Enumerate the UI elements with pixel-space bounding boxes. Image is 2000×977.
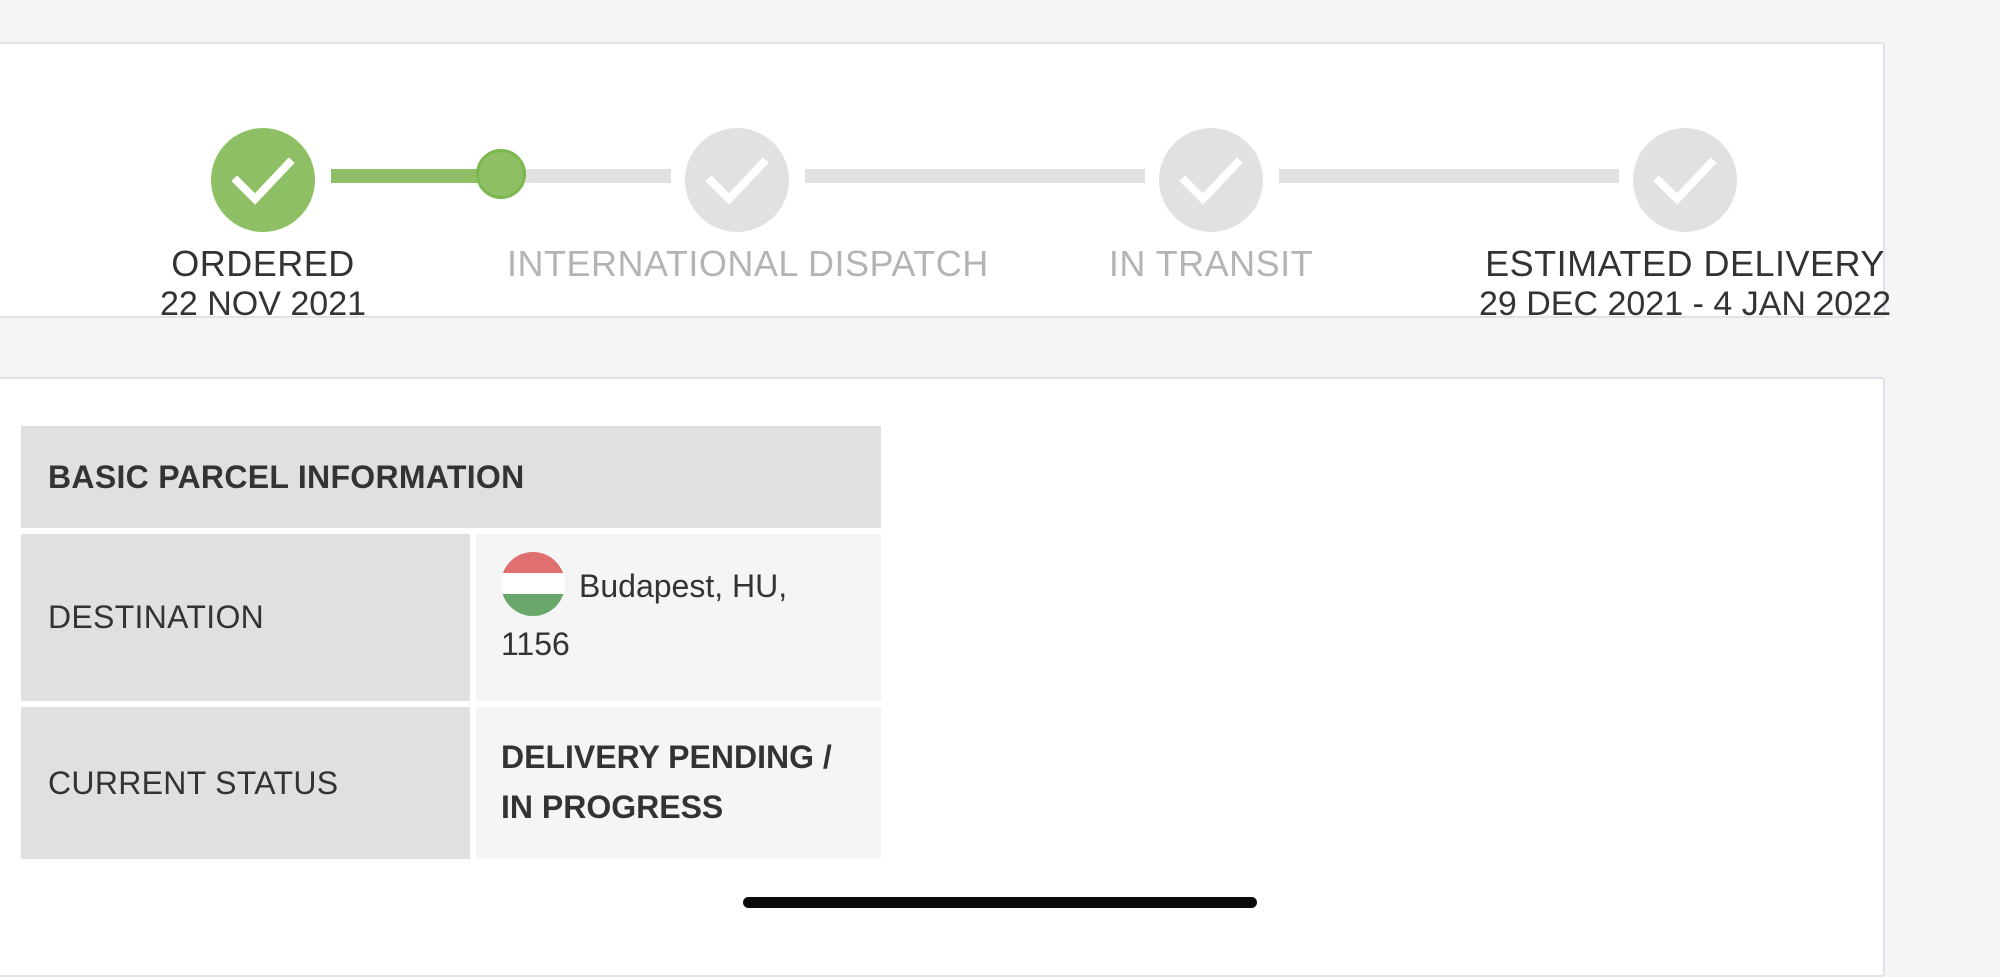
destination-value-cell: Budapest, HU, 1156 (476, 534, 881, 701)
current-status-value: DELIVERY PENDING / IN PROGRESS (476, 707, 881, 859)
check-icon (705, 157, 769, 205)
check-icon (1653, 157, 1717, 205)
check-icon (231, 157, 295, 205)
progress-connector-3 (1279, 169, 1619, 183)
parcel-info-table: BASIC PARCEL INFORMATION DESTINATION Bud… (21, 426, 881, 859)
check-icon (1179, 157, 1243, 205)
current-status-label: CURRENT STATUS (21, 707, 470, 859)
step-ordered-label: ORDERED (171, 243, 355, 284)
progress-connector-2 (805, 169, 1145, 183)
step-ordered-date: 22 NOV 2021 (159, 285, 367, 323)
progress-current-position-dot (476, 149, 526, 199)
table-row-current-status: CURRENT STATUS DELIVERY PENDING / IN PRO… (21, 707, 881, 859)
step-in-transit-circle (1159, 128, 1263, 232)
step-international-dispatch-label: INTERNATIONAL DISPATCH (507, 243, 989, 284)
progress-connector-1 (331, 149, 671, 199)
table-row-destination: DESTINATION Budapest, HU, 1156 (21, 534, 881, 701)
destination-label: DESTINATION (21, 534, 470, 701)
step-international-dispatch-circle (685, 128, 789, 232)
shipment-progress-card: ORDERED 22 NOV 2021 INTERNATIONAL DISPAT… (0, 42, 1891, 323)
parcel-info-card: BASIC PARCEL INFORMATION DESTINATION Bud… (0, 377, 1885, 977)
parcel-info-title: BASIC PARCEL INFORMATION (21, 426, 881, 528)
home-indicator[interactable] (743, 897, 1257, 908)
step-estimated-delivery-label: ESTIMATED DELIVERY (1485, 243, 1885, 284)
step-in-transit-label: IN TRANSIT (1108, 243, 1314, 284)
step-estimated-delivery-date: 29 DEC 2021 - 4 JAN 2022 (1478, 285, 1892, 323)
step-ordered-circle (211, 128, 315, 232)
step-estimated-delivery-circle (1633, 128, 1737, 232)
hungary-flag-icon (501, 551, 565, 616)
